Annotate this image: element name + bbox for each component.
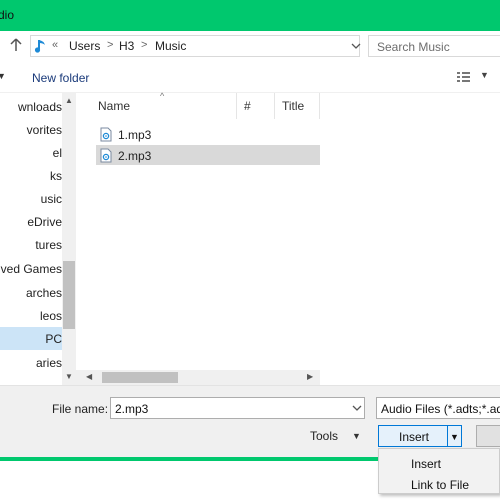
audio-file-icon bbox=[100, 148, 112, 163]
nav-item-label: ks bbox=[50, 169, 62, 183]
file-type-value: Audio Files (*.adts;*.adt bbox=[381, 402, 500, 416]
address-bar[interactable]: « Users > H3 > Music bbox=[30, 35, 381, 57]
nav-item-pictures[interactable]: tures bbox=[0, 233, 62, 256]
breadcrumb-music[interactable]: Music bbox=[155, 39, 186, 53]
sort-ascending-icon: ^ bbox=[160, 91, 165, 101]
up-arrow-icon[interactable] bbox=[8, 37, 24, 53]
nav-item-libraries[interactable]: aries bbox=[0, 351, 62, 374]
breadcrumb-h3[interactable]: H3 bbox=[119, 39, 134, 53]
nav-item-music[interactable]: usic bbox=[0, 187, 62, 210]
nav-item-label: PC bbox=[45, 332, 62, 346]
file-row[interactable]: 1.mp3 bbox=[96, 124, 320, 144]
scroll-down-icon[interactable]: ▼ bbox=[65, 372, 73, 381]
nav-item-el[interactable]: el bbox=[0, 141, 62, 164]
nav-item-label: tures bbox=[35, 238, 62, 252]
menu-item-label: Link to File bbox=[411, 478, 470, 492]
nav-item-label: aries bbox=[35, 356, 62, 370]
column-header-name[interactable]: Name bbox=[98, 99, 130, 113]
tools-button[interactable]: Tools bbox=[310, 429, 338, 443]
nav-item-videos[interactable]: leos bbox=[0, 304, 62, 327]
nav-item-links[interactable]: ks bbox=[0, 164, 62, 187]
scrollbar-thumb[interactable] bbox=[102, 372, 178, 383]
nav-item-onedrive[interactable]: eDrive bbox=[0, 210, 62, 233]
nav-item-label: usic bbox=[40, 192, 62, 206]
navigation-pane: wnloads vorites el ks usic eDrive tures … bbox=[0, 93, 76, 385]
search-placeholder: Search Music bbox=[377, 40, 450, 54]
horizontal-scrollbar[interactable]: ◀ ▶ bbox=[76, 370, 320, 385]
menu-item-label: Insert bbox=[411, 457, 442, 471]
nav-item-label: wnloads bbox=[17, 100, 62, 114]
file-name-input[interactable]: 2.mp3 bbox=[110, 397, 365, 419]
window-title: dio bbox=[0, 8, 15, 22]
breadcrumb-separator[interactable]: > bbox=[141, 39, 147, 51]
menu-item-link-to-file[interactable]: Link to File bbox=[379, 473, 499, 494]
column-divider[interactable] bbox=[274, 93, 275, 119]
file-name: 2.mp3 bbox=[118, 149, 152, 163]
file-row[interactable]: 2.mp3 bbox=[96, 145, 320, 165]
column-header-number[interactable]: # bbox=[244, 99, 251, 113]
breadcrumb-separator[interactable]: > bbox=[107, 39, 113, 51]
music-icon bbox=[34, 40, 45, 53]
insert-button[interactable]: Insert bbox=[378, 425, 450, 447]
file-name-value: 2.mp3 bbox=[115, 402, 149, 416]
tools-dropdown-arrow-icon[interactable]: ▼ bbox=[352, 431, 361, 441]
nav-item-searches[interactable]: arches bbox=[0, 281, 62, 304]
breadcrumb-overflow[interactable]: « bbox=[52, 39, 58, 51]
column-divider[interactable] bbox=[236, 93, 237, 119]
new-folder-button[interactable]: New folder bbox=[32, 71, 89, 85]
menu-item-insert[interactable]: Insert bbox=[379, 452, 499, 473]
chevron-down-icon: ▼ bbox=[450, 432, 459, 442]
nav-item-saved-games[interactable]: ved Games bbox=[0, 257, 62, 280]
column-divider[interactable] bbox=[319, 93, 320, 119]
audio-file-icon bbox=[100, 127, 112, 142]
nav-item-label: eDrive bbox=[27, 215, 62, 229]
nav-item-label: arches bbox=[25, 286, 62, 300]
insert-button-label: Insert bbox=[399, 430, 430, 444]
dialog-footer: File name: 2.mp3 Audio Files (*.adts;*.a… bbox=[0, 385, 500, 457]
nav-item-label: leos bbox=[39, 309, 62, 323]
breadcrumb-users[interactable]: Users bbox=[69, 39, 100, 53]
search-input[interactable]: Search Music bbox=[368, 35, 500, 57]
title-bar: dio bbox=[0, 0, 500, 31]
file-name: 1.mp3 bbox=[118, 128, 152, 142]
cancel-button[interactable] bbox=[476, 425, 500, 447]
view-options-icon[interactable] bbox=[457, 71, 475, 83]
nav-item-this-pc[interactable]: PC bbox=[0, 327, 62, 350]
view-dropdown-arrow-icon[interactable]: ▼ bbox=[480, 70, 489, 80]
nav-item-label: ved Games bbox=[0, 262, 62, 276]
toolbar: ▼ New folder ▼ bbox=[0, 61, 500, 93]
nav-scrollbar[interactable]: ▲ ▼ bbox=[62, 93, 76, 385]
nav-item-downloads[interactable]: wnloads bbox=[0, 95, 62, 118]
scroll-right-icon[interactable]: ▶ bbox=[307, 372, 313, 381]
file-name-label: File name: bbox=[52, 402, 109, 416]
insert-dropdown-menu: Insert Link to File bbox=[378, 448, 500, 494]
column-header-title[interactable]: Title bbox=[282, 99, 304, 113]
nav-item-favorites[interactable]: vorites bbox=[0, 118, 62, 141]
chevron-down-icon[interactable] bbox=[349, 39, 363, 53]
insert-split-dropdown[interactable]: ▼ bbox=[447, 425, 462, 447]
scroll-up-icon[interactable]: ▲ bbox=[65, 96, 73, 105]
organize-dropdown-arrow-icon[interactable]: ▼ bbox=[0, 71, 6, 81]
chevron-down-icon[interactable] bbox=[351, 401, 363, 415]
address-row: « Users > H3 > Music Search Music bbox=[0, 31, 500, 61]
nav-item-label: el bbox=[52, 146, 62, 160]
file-list: ^ Name # Title 1.mp3 2.mp3 ◀ ▶ bbox=[76, 91, 500, 385]
scroll-left-icon[interactable]: ◀ bbox=[86, 372, 92, 381]
nav-item-label: vorites bbox=[26, 123, 62, 137]
file-type-select[interactable]: Audio Files (*.adts;*.adt bbox=[376, 397, 500, 419]
scrollbar-thumb[interactable] bbox=[63, 261, 75, 329]
